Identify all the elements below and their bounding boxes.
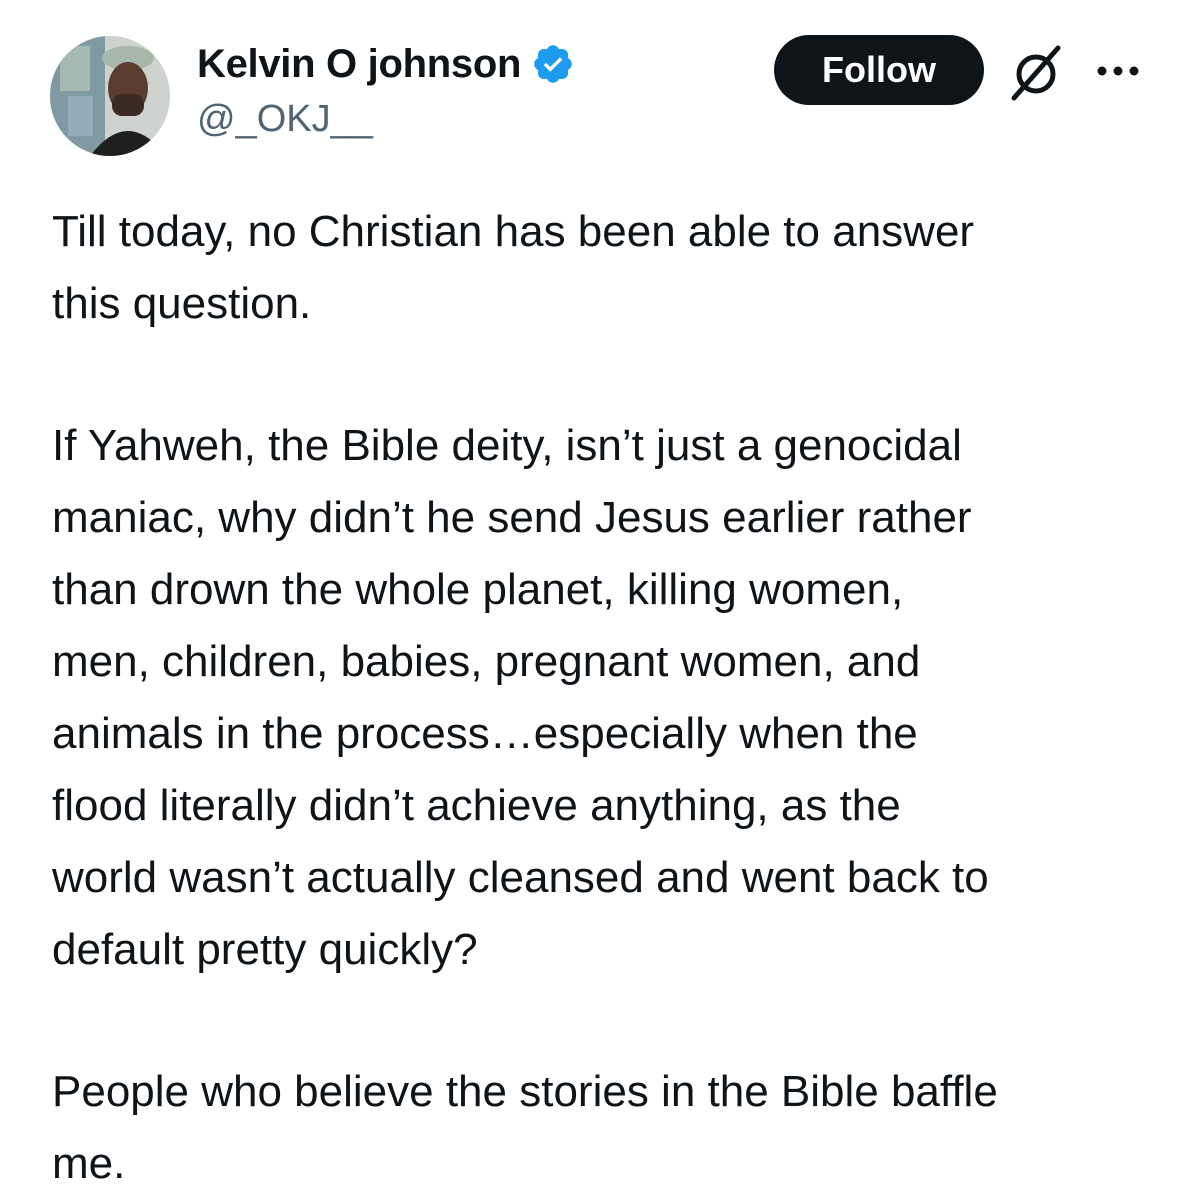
tweet-header: Kelvin O johnson @_OKJ__ Follow	[0, 0, 1196, 170]
author-handle[interactable]: @_OKJ__	[197, 98, 575, 141]
tweet-paragraph-2: If Yahweh, the Bible deity, isn’t just a…	[52, 421, 989, 974]
tweet-paragraph-3: People who believe the stories in the Bi…	[52, 1067, 998, 1188]
grok-icon[interactable]	[1004, 40, 1068, 104]
follow-button[interactable]: Follow	[774, 35, 984, 105]
tweet-paragraph-1: Till today, no Christian has been able t…	[52, 207, 975, 328]
display-name[interactable]: Kelvin O johnson	[197, 42, 521, 87]
more-options-icon[interactable]	[1090, 56, 1150, 86]
author-info: Kelvin O johnson @_OKJ__	[197, 38, 575, 141]
tweet-text: Till today, no Christian has been able t…	[52, 196, 1162, 1200]
avatar[interactable]	[50, 36, 170, 156]
name-row: Kelvin O johnson	[197, 38, 575, 90]
verified-badge-icon[interactable]	[531, 42, 575, 86]
